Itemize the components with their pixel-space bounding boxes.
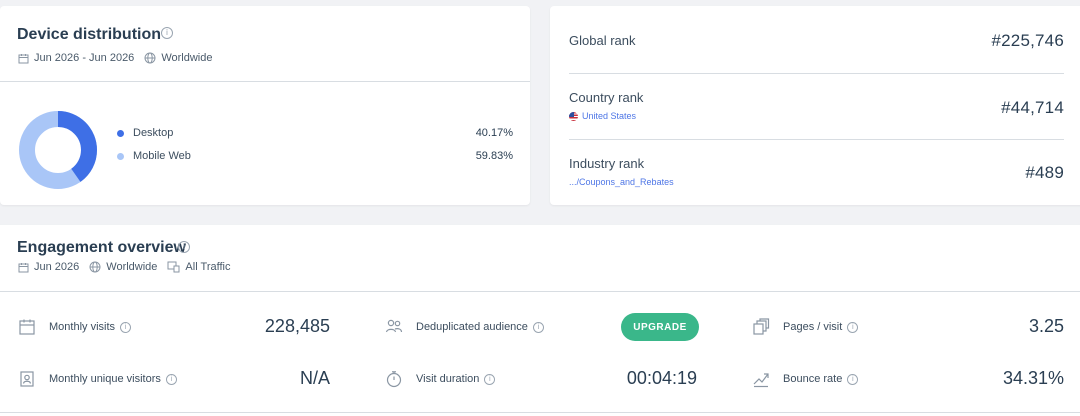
- legend-desktop-value: 40.17%: [475, 127, 513, 139]
- info-icon[interactable]: i: [847, 373, 859, 385]
- divider: [0, 291, 1080, 292]
- info-icon[interactable]: i: [165, 373, 177, 385]
- metric-monthly-unique-visitors: Monthly unique visitors i: [18, 370, 177, 388]
- visitor-icon: [20, 371, 34, 387]
- divider: [569, 139, 1064, 140]
- country-rank-row: Country rank United States #44,714: [569, 90, 1064, 121]
- device-region: Worldwide: [161, 52, 213, 64]
- pages-icon: [753, 318, 770, 335]
- industry-rank-label: Industry rank: [569, 156, 645, 171]
- metric-deduplicated-audience: Deduplicated audience i: [385, 318, 544, 336]
- industry-rank-row: Industry rank .../Coupons_and_Rebates #4…: [569, 156, 1064, 187]
- desktop-dot: [117, 129, 124, 137]
- upgrade-button[interactable]: UPGRADE: [621, 313, 699, 341]
- device-distribution-card: Device distribution i Jun 2026 - Jun 202…: [0, 6, 530, 205]
- legend-mobile-value: 59.83%: [475, 150, 513, 162]
- global-rank-value: #225,746: [991, 31, 1064, 50]
- bounce-rate-label: Bounce rate: [783, 373, 843, 385]
- device-meta: Jun 2026 - Jun 2026 Worldwide: [18, 52, 216, 64]
- rank-card: Global rank #225,746 Country rank United…: [550, 6, 1080, 205]
- pages-per-visit-label: Pages / visit: [783, 321, 843, 333]
- divider: [0, 81, 530, 82]
- device-date-range: Jun 2026 - Jun 2026: [34, 52, 135, 64]
- industry-rank-value: #489: [1025, 163, 1064, 182]
- globe-icon: [89, 261, 101, 273]
- info-icon[interactable]: i: [178, 241, 190, 253]
- mobile-web-dot: [117, 152, 124, 160]
- legend-mobile-label: Mobile Web: [133, 150, 191, 162]
- users-icon: [385, 319, 403, 333]
- visit-duration-value: 00:04:19: [626, 368, 697, 388]
- bounce-rate-value: 34.31%: [1002, 368, 1064, 388]
- info-icon[interactable]: i: [847, 321, 859, 333]
- global-rank-label: Global rank: [569, 33, 636, 48]
- globe-icon: [144, 52, 156, 64]
- devices-icon: [167, 261, 180, 273]
- stopwatch-icon: [386, 371, 402, 388]
- us-flag-icon: [569, 111, 578, 121]
- engagement-date: Jun 2026: [34, 261, 80, 273]
- deduplicated-audience-label: Deduplicated audience: [416, 321, 528, 333]
- legend-mobile-web: Mobile Web 59.83%: [117, 150, 513, 162]
- bounce-arrow-icon: [753, 373, 769, 388]
- pages-per-visit-value: 3.25: [1028, 316, 1064, 336]
- divider: [0, 412, 1080, 413]
- country-link[interactable]: United States: [569, 111, 1064, 121]
- divider: [569, 73, 1064, 74]
- monthly-visits-value: 228,485: [264, 316, 330, 336]
- monthly-unique-visitors-value: N/A: [299, 368, 330, 388]
- engagement-region: Worldwide: [106, 261, 158, 273]
- device-distribution-title: Device distribution: [17, 26, 162, 43]
- info-icon[interactable]: i: [120, 321, 132, 333]
- monthly-unique-visitors-label: Monthly unique visitors: [49, 373, 161, 385]
- info-icon[interactable]: i: [484, 373, 496, 385]
- calendar-icon: [18, 262, 29, 272]
- calendar-icon: [18, 53, 29, 63]
- country-rank-value: #44,714: [1001, 98, 1064, 117]
- industry-link[interactable]: .../Coupons_and_Rebates: [569, 177, 1064, 187]
- monthly-visits-label: Monthly visits: [49, 321, 116, 333]
- legend-desktop-label: Desktop: [133, 127, 174, 139]
- visit-duration-label: Visit duration: [416, 373, 480, 385]
- engagement-meta: Jun 2026 Worldwide All Traffic: [18, 261, 234, 273]
- metric-monthly-visits: Monthly visits i: [18, 318, 132, 336]
- engagement-traffic: All Traffic: [185, 261, 231, 273]
- global-rank-row: Global rank #225,746: [569, 31, 1064, 50]
- country-name: United States: [582, 111, 637, 121]
- legend-desktop: Desktop 40.17%: [117, 127, 513, 139]
- device-donut-chart: [19, 111, 97, 189]
- calendar-icon: [19, 319, 35, 335]
- metric-bounce-rate: Bounce rate i: [752, 370, 859, 388]
- info-icon[interactable]: i: [161, 27, 173, 39]
- metric-visit-duration: Visit duration i: [385, 370, 496, 388]
- country-rank-label: Country rank: [569, 90, 644, 105]
- engagement-title: Engagement overview: [17, 239, 186, 256]
- info-icon[interactable]: i: [532, 321, 544, 333]
- metric-pages-per-visit: Pages / visit i: [752, 318, 859, 336]
